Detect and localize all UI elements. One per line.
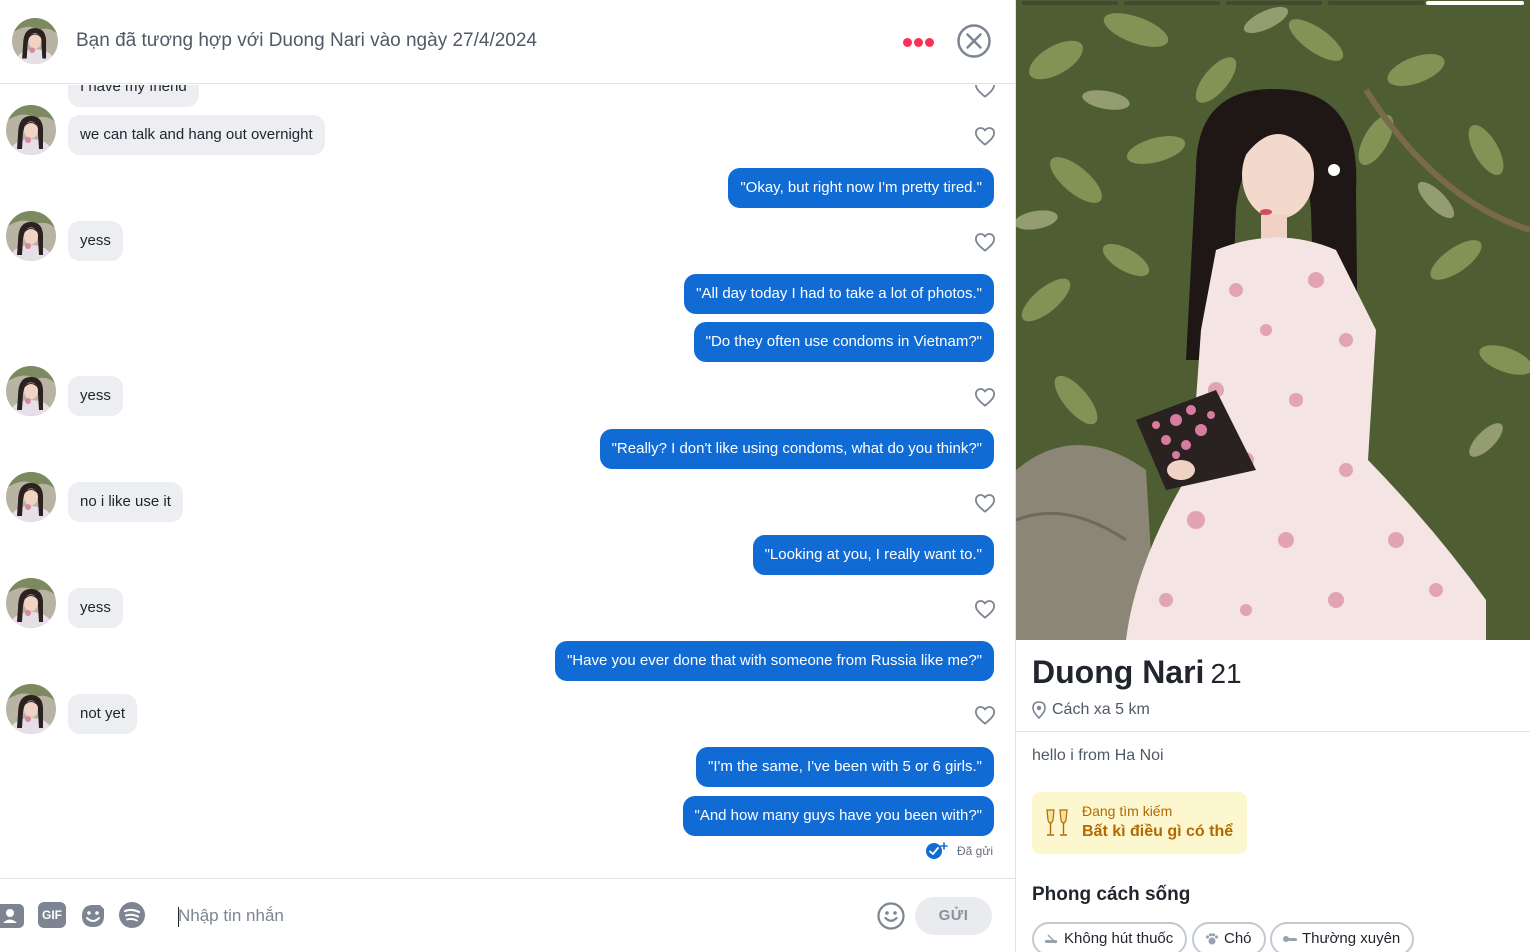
lifestyle-title: Phong cách sống <box>1032 884 1191 905</box>
gif-button[interactable]: GIF <box>38 902 66 928</box>
profile-panel: Duong Nari 21 Cách xa 5 km hello i from H… <box>1016 0 1530 952</box>
looking-for-card: Đang tìm kiếm Bất kì điều gì có thể <box>1032 792 1247 854</box>
spotify-icon[interactable] <box>118 901 146 929</box>
looking-for-value: Bất kì điều gì có thể <box>1082 823 1234 840</box>
dot-icon <box>903 38 912 47</box>
outgoing-message: "Have you ever done that with someone fr… <box>554 641 994 681</box>
outgoing-message: "I'm the same, I've been with 5 or 6 gir… <box>696 747 994 787</box>
lifestyle-chip-frequency: Thường xuyên <box>1270 922 1415 952</box>
activity-icon <box>1283 936 1297 942</box>
incoming-message: not yet <box>68 694 138 734</box>
sent-check-icon <box>926 842 948 859</box>
profile-age: 21 <box>1210 658 1242 689</box>
outgoing-message: "Do they often use condoms in Vietnam?" <box>693 322 994 362</box>
photo-indicator[interactable] <box>1022 1 1118 5</box>
message-composer: GIF GỬI <box>0 878 1015 952</box>
match-avatar[interactable] <box>6 105 56 155</box>
lifestyle-chip-smoking: Không hút thuốc <box>1032 922 1188 952</box>
dot-icon <box>914 38 923 47</box>
no-smoking-icon <box>1045 934 1057 944</box>
outgoing-message: "And how many guys have you been with?" <box>682 796 994 836</box>
send-button[interactable]: GỬI <box>915 897 992 935</box>
location-pin-icon <box>1032 701 1046 719</box>
divider <box>1016 731 1530 732</box>
lifestyle-chip-pets: Chó <box>1192 922 1266 952</box>
chat-header: Bạn đã tương hợp với Duong Nari vào ngày… <box>0 0 1015 84</box>
like-message-heart-icon[interactable] <box>974 232 996 252</box>
more-options-button[interactable] <box>903 38 935 48</box>
sticker-icon[interactable] <box>78 901 108 931</box>
like-message-heart-icon[interactable] <box>974 705 996 725</box>
incoming-message: I have my friend <box>68 85 199 107</box>
emoji-icon[interactable] <box>877 902 905 930</box>
sent-label: Đã gửi <box>957 844 994 858</box>
chip-label: Không hút thuốc <box>1064 930 1174 947</box>
incoming-message: we can talk and hang out overnight <box>68 115 325 155</box>
match-avatar[interactable] <box>12 18 58 64</box>
profile-name: Duong Nari 21 <box>1032 654 1242 691</box>
close-chat-button[interactable] <box>956 23 992 59</box>
message-input[interactable] <box>170 899 860 933</box>
profile-photo[interactable] <box>1016 0 1530 640</box>
message-list[interactable]: I have my friend we can talk and hang ou… <box>0 85 1015 878</box>
text-caret <box>178 907 179 927</box>
outgoing-message: "All day today I had to take a lot of ph… <box>684 274 994 314</box>
match-avatar[interactable] <box>6 684 56 734</box>
chat-panel: Bạn đã tương hợp với Duong Nari vào ngày… <box>0 0 1016 952</box>
chip-label: Thường xuyên <box>1302 930 1401 947</box>
photo-indicator[interactable] <box>1226 1 1322 5</box>
profile-photo-image <box>1016 0 1530 640</box>
photo-indicator[interactable] <box>1328 1 1424 5</box>
looking-for-label: Đang tìm kiếm <box>1082 803 1173 819</box>
match-avatar[interactable] <box>6 211 56 261</box>
incoming-message: yess <box>68 221 123 261</box>
champagne-glasses-icon <box>1046 809 1068 836</box>
like-message-heart-icon[interactable] <box>974 387 996 407</box>
distance-label: Cách xa 5 km <box>1052 701 1150 718</box>
profile-bio: hello i from Ha Noi <box>1032 747 1164 764</box>
photo-indicator[interactable] <box>1124 1 1220 5</box>
like-message-heart-icon[interactable] <box>974 85 996 98</box>
like-message-heart-icon[interactable] <box>974 126 996 146</box>
contact-card-icon[interactable] <box>0 903 26 929</box>
match-date-title: Bạn đã tương hợp với Duong Nari vào ngày… <box>76 30 538 51</box>
chip-label: Chó <box>1224 930 1252 947</box>
dot-icon <box>925 38 934 47</box>
sent-status: Đã gửi <box>925 842 993 860</box>
incoming-message: no i like use it <box>68 482 183 522</box>
incoming-message: yess <box>68 588 123 628</box>
match-avatar[interactable] <box>6 366 56 416</box>
profile-name-text: Duong Nari <box>1032 654 1205 690</box>
profile-distance: Cách xa 5 km <box>1032 701 1150 719</box>
incoming-message: yess <box>68 376 123 416</box>
outgoing-message: "Looking at you, I really want to." <box>752 535 994 575</box>
close-icon <box>957 24 991 58</box>
match-avatar[interactable] <box>6 472 56 522</box>
like-message-heart-icon[interactable] <box>974 599 996 619</box>
outgoing-message: "Okay, but right now I'm pretty tired." <box>728 168 994 208</box>
outgoing-message: "Really? I don't like using condoms, wha… <box>599 429 994 469</box>
dog-paw-icon <box>1205 933 1219 945</box>
match-avatar[interactable] <box>6 578 56 628</box>
photo-indicator-active[interactable] <box>1426 1 1524 5</box>
like-message-heart-icon[interactable] <box>974 493 996 513</box>
